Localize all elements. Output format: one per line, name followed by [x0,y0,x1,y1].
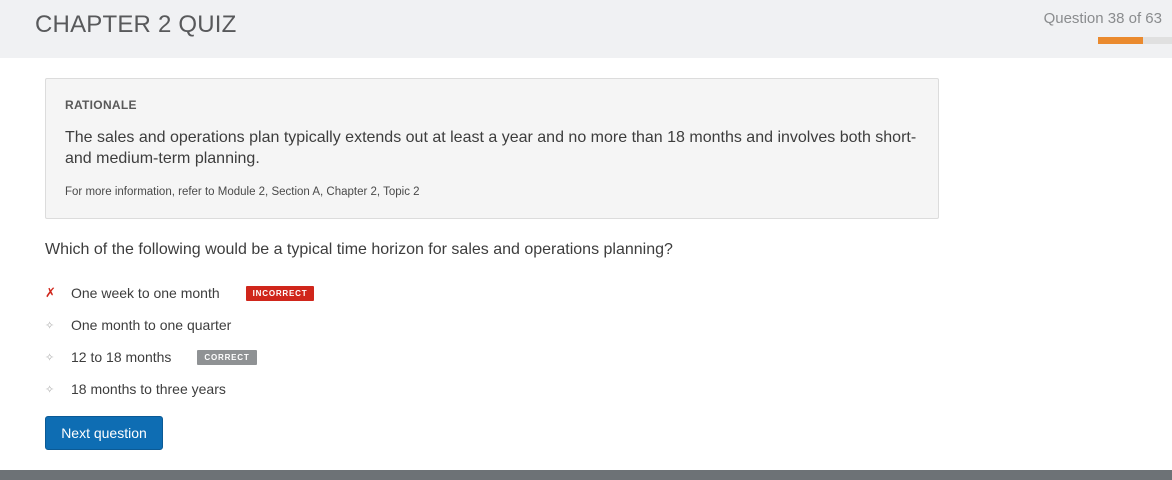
diamond-bullet-icon: ✧ [45,383,55,396]
rationale-heading: RATIONALE [65,98,137,112]
question-counter: Question 38 of 63 [1043,10,1162,27]
quiz-title: CHAPTER 2 QUIZ [35,11,237,38]
rationale-panel: RATIONALE The sales and operations plan … [45,78,939,219]
question-text: Which of the following would be a typica… [45,241,673,258]
answer-text: 12 to 18 months [71,349,172,365]
correct-badge: CORRECT [197,349,257,365]
diamond-bullet-icon: ✧ [45,319,55,332]
rationale-reference: For more information, refer to Module 2,… [65,186,420,198]
answer-list: ✗ One week to one month INCORRECT ✧ One … [45,277,315,405]
answer-option: ✧ 18 months to three years [45,373,314,405]
rationale-text: The sales and operations plan typically … [65,129,917,167]
answer-option: ✧ One month to one quarter [45,309,314,341]
quiz-header: CHAPTER 2 QUIZ Question 38 of 63 [0,0,1172,58]
incorrect-badge: INCORRECT [245,285,315,301]
answer-text: One month to one quarter [71,317,232,333]
answer-option: ✗ One week to one month INCORRECT [45,277,315,309]
footer-bar [0,470,1172,480]
next-question-button[interactable]: Next question [45,416,163,450]
answer-option: ✧ 12 to 18 months CORRECT [45,341,314,373]
progress-bar [1098,37,1172,44]
answer-text: 18 months to three years [71,381,226,397]
x-mark-icon: ✗ [45,285,56,300]
answer-text: One week to one month [71,285,220,301]
progress-bar-fill [1098,37,1143,44]
diamond-bullet-icon: ✧ [45,351,55,364]
